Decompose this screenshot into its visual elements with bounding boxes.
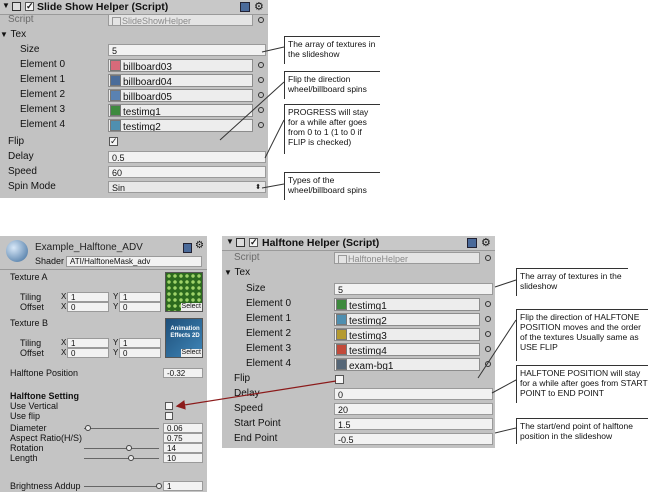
pointer-line [264, 119, 285, 159]
pointer-line [494, 279, 517, 288]
pointer-line [477, 319, 517, 379]
pointer-line [261, 46, 285, 53]
pointer-line [491, 379, 517, 394]
flip-link-arrow [175, 380, 337, 410]
pointer-line [494, 427, 517, 434]
pointer-line [261, 183, 285, 189]
pointer-line [219, 81, 285, 141]
annotation-lines [175, 46, 517, 434]
